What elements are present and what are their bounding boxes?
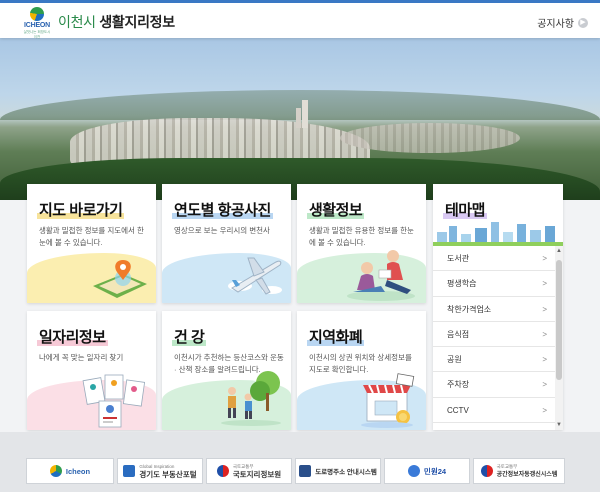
icheon-logo-mark-icon [30,7,44,21]
card-title: 생활정보 [306,199,365,220]
card-map-shortcut[interactable]: 지도 바로가기 생활과 밀접한 정보를 지도에서 한눈에 볼 수 있습니다. [27,184,156,303]
footer-link-spatial-update[interactable]: 국토교통부공간정보자동갱신시스템 [473,458,565,484]
theme-map-title[interactable]: 테마맵 [443,199,487,220]
theme-item-label: 착한가격업소 [447,304,492,314]
shop-icon [359,371,417,430]
government-emblem-icon [480,465,493,477]
icheon-logo-icon [49,465,62,477]
theme-item-label: 평생학습 [447,279,477,289]
hiking-family-icon [218,369,284,430]
footer-link-sub: 국토교통부 [496,464,518,469]
logo-text: ICHEON [23,22,51,29]
card-desc: 나에게 꼭 맞는 일자리 찾기 [39,353,124,362]
job-cards-icon [79,371,149,430]
footer-link-label: 민원24 [423,466,447,476]
card-local-currency[interactable]: 지역화폐 이천시의 상권 위치와 상세정보를 지도로 확인합니다. [297,311,426,430]
chevron-right-icon: > [542,405,547,415]
theme-item-cctv[interactable]: CCTV > [433,398,555,424]
site-title-city: 이천시 [58,14,96,30]
card-title: 연도별 항공사진 [172,199,273,220]
hero-tower-2 [296,108,301,128]
hero-city-east [340,123,520,153]
footer-links: Icheon Global Inspiration 경기도 부동산포털 국토교통부… [0,432,600,492]
theme-item-fair-price-shop[interactable]: 착한가격업소 > [433,297,555,322]
card-title: 일자리정보 [37,326,108,347]
theme-item-label: 주차장 [447,380,470,390]
footer-link-minwon24[interactable]: 민원24 [384,458,470,484]
footer-link-label: Icheon [65,466,91,476]
chevron-right-icon: > [542,355,547,365]
theme-item-library[interactable]: 도서관 > [433,246,555,272]
theme-item-parking[interactable]: 주차장 > [433,372,555,398]
footer-link-icheon[interactable]: Icheon [26,458,114,484]
gyeonggi-logo-icon [123,465,136,477]
minwon24-logo-icon [407,465,420,477]
footer-link-label: 국토지리정보원 [232,470,282,479]
theme-item-label: CCTV [447,405,469,415]
chevron-right-icon: > [542,380,547,390]
card-title: 지역화폐 [306,326,365,347]
theme-map-panel: 테마맵 도서관 > 평생학습 > 착한가격업소 > 음식점 > 공원 > 주차장 > CCT… [433,184,563,430]
card-job-info[interactable]: 일자리정보 나에게 꼭 맞는 일자리 찾기 [27,311,156,430]
hero-city-aerial-image [0,38,600,200]
theme-item-restaurant[interactable]: 음식점 > [433,322,555,348]
footer-link-road-address[interactable]: 도로명주소 안내시스템 [295,458,381,484]
chevron-right-icon: > [542,329,547,339]
chevron-right-icon: > [542,254,547,263]
scroll-thumb[interactable] [556,260,562,380]
road-address-logo-icon [299,465,312,477]
hero-tower [302,100,308,128]
footer-link-label: 공간정보자동갱신시스템 [496,472,558,478]
theme-map-list: 도서관 > 평생학습 > 착한가격업소 > 음식점 > 공원 > 주차장 > CCTV > [433,246,555,424]
site-title[interactable]: 이천시 생활지리정보 [58,12,175,32]
scroll-up-icon[interactable]: ▲ [555,248,563,254]
card-desc: 생활과 밀접한 정보를 지도에서 한눈에 볼 수 있습니다. [39,226,144,247]
card-title: 지도 바로가기 [36,199,125,220]
site-title-main: 생활지리정보 [99,14,175,30]
theme-item-label: 공원 [447,355,462,365]
footer-link-label: 경기도 부동산포털 [139,470,197,479]
theme-item-label: 음식점 [447,329,470,339]
theme-item-park[interactable]: 공원 > [433,347,555,373]
map-pin-icon [89,256,151,303]
footer-link-label: 도로명주소 안내시스템 [315,469,377,476]
scroll-down-icon[interactable]: ▼ [555,422,563,428]
card-title: 건 강 [171,326,207,347]
footer-link-ngii[interactable]: 국토교통부 국토지리정보원 [206,458,292,484]
airplane-icon [226,250,284,303]
chevron-right-icon: > [542,304,547,314]
notice-link[interactable]: 공지사항 ▶ [537,15,588,30]
government-emblem-icon [216,465,229,477]
theme-list-scrollbar[interactable]: ▲ ▼ [555,246,563,430]
card-desc: 영상으로 보는 우리시의 변천사 [174,226,270,235]
theme-item-label: 도서관 [447,254,470,263]
chevron-right-icon: ▶ [578,17,588,28]
top-header: ICHEON 살맛나는 희망도시 이천 이천시 생활지리정보 공지사항 ▶ [0,0,600,39]
notice-label: 공지사항 [537,19,574,30]
people-reading-icon [341,246,421,303]
card-living-info[interactable]: 생활정보 생활과 밀접한 유용한 정보를 한눈에 볼 수 있습니다. [297,184,426,303]
chevron-right-icon: > [542,279,547,289]
theme-item-lifelong-learning[interactable]: 평생학습 > [433,271,555,297]
icheon-logo[interactable]: ICHEON 살맛나는 희망도시 이천 [22,7,52,39]
logo-slogan: 살맛나는 희망도시 이천 [23,30,51,39]
footer-link-gyeonggi-realestate[interactable]: Global Inspiration 경기도 부동산포털 [117,458,203,484]
card-health[interactable]: 건 강 이천시가 추천하는 등산코스와 운동 · 산책 장소를 알려드립니다. [162,311,291,430]
card-aerial-photos[interactable]: 연도별 항공사진 영상으로 보는 우리시의 변천사 [162,184,291,303]
